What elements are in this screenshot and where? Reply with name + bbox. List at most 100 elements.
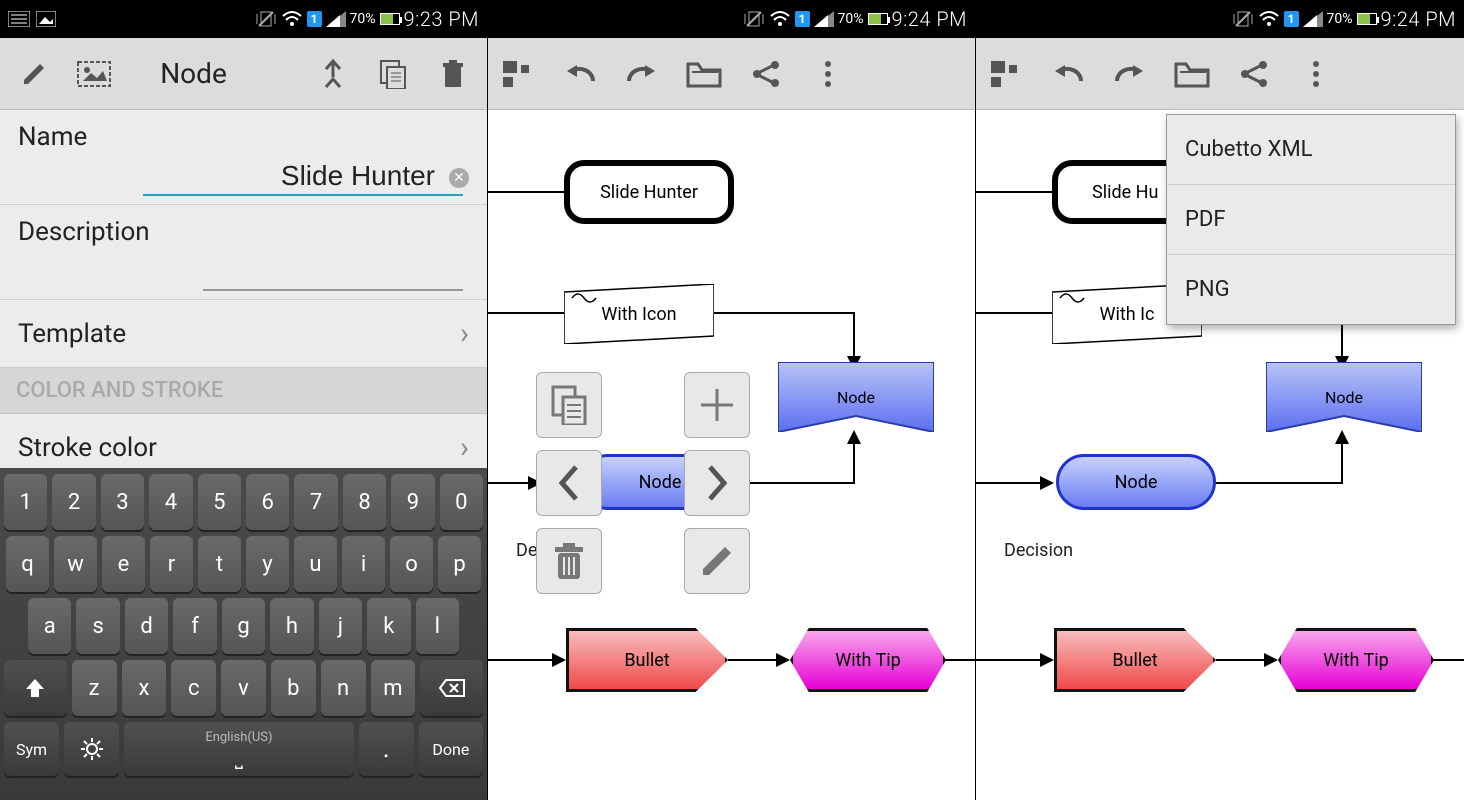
node-with-tip[interactable]: With Tip	[1278, 628, 1434, 692]
redo-icon[interactable]	[1110, 54, 1150, 94]
kb-key-5[interactable]: 5	[198, 474, 241, 530]
name-input[interactable]	[143, 158, 463, 196]
kb-key-e[interactable]: e	[102, 536, 145, 592]
dropdown-export-png[interactable]: PNG	[1167, 255, 1455, 324]
share-icon[interactable]	[1234, 54, 1274, 94]
node-bullet[interactable]: Bullet	[566, 628, 728, 692]
kb-backspace[interactable]	[420, 660, 483, 716]
kb-row-numbers: 1234567890	[4, 474, 483, 530]
row-template[interactable]: Template ›	[0, 300, 487, 368]
grid-icon[interactable]	[498, 54, 538, 94]
folder-icon[interactable]	[1172, 54, 1212, 94]
kb-key-1[interactable]: 1	[4, 474, 47, 530]
node-bullet[interactable]: Bullet	[1054, 628, 1216, 692]
kb-key-j[interactable]: j	[319, 598, 362, 654]
popup-add-button[interactable]	[684, 372, 750, 438]
undo-icon[interactable]	[560, 54, 600, 94]
chevron-right-icon: ›	[460, 316, 469, 351]
merge-icon[interactable]	[313, 54, 353, 94]
kb-row-asdf: asdfghjkl	[4, 598, 483, 654]
kb-sym[interactable]: Sym	[4, 722, 59, 776]
overflow-icon[interactable]	[1296, 54, 1336, 94]
diagram-canvas[interactable]: Slide Hunter With Icon Node Node Decisio…	[488, 110, 975, 800]
kb-key-x[interactable]: x	[122, 660, 167, 716]
node-blue-bottom[interactable]: Node	[1056, 454, 1216, 510]
description-input[interactable]	[203, 253, 463, 291]
kb-space[interactable]: English(US) ⎵	[124, 722, 354, 776]
kb-period[interactable]: .	[359, 722, 414, 776]
copy-icon[interactable]	[373, 54, 413, 94]
keyboard-status-icon	[8, 11, 30, 27]
kb-key-i[interactable]: i	[342, 536, 385, 592]
kb-key-b[interactable]: b	[271, 660, 316, 716]
kb-key-q[interactable]: q	[6, 536, 49, 592]
kb-key-k[interactable]: k	[367, 598, 410, 654]
kb-key-p[interactable]: p	[438, 536, 481, 592]
kb-done[interactable]: Done	[419, 722, 483, 776]
overflow-icon[interactable]	[808, 54, 848, 94]
clear-name-icon[interactable]: ✕	[449, 168, 469, 188]
redo-icon[interactable]	[622, 54, 662, 94]
battery-icon	[380, 13, 400, 25]
kb-key-4[interactable]: 4	[149, 474, 192, 530]
kb-key-y[interactable]: y	[246, 536, 289, 592]
node-label: With Tip	[835, 650, 901, 671]
node-with-icon[interactable]: With Icon	[564, 284, 714, 344]
kb-key-c[interactable]: c	[171, 660, 216, 716]
share-dropdown: Cubetto XML PDF PNG	[1166, 114, 1456, 325]
kb-key-f[interactable]: f	[173, 598, 216, 654]
kb-key-0[interactable]: 0	[440, 474, 483, 530]
node-with-tip[interactable]: With Tip	[790, 628, 946, 692]
kb-key-8[interactable]: 8	[343, 474, 386, 530]
kb-key-g[interactable]: g	[222, 598, 265, 654]
kb-key-6[interactable]: 6	[246, 474, 289, 530]
kb-key-2[interactable]: 2	[52, 474, 95, 530]
node-label: With Tip	[1323, 650, 1389, 671]
kb-key-u[interactable]: u	[294, 536, 337, 592]
toolbar	[488, 38, 975, 110]
popup-prev-button[interactable]	[536, 450, 602, 516]
kb-key-a[interactable]: a	[28, 598, 71, 654]
kb-key-v[interactable]: v	[221, 660, 266, 716]
kb-key-7[interactable]: 7	[294, 474, 337, 530]
kb-key-o[interactable]: o	[390, 536, 433, 592]
popup-delete-button[interactable]	[536, 528, 602, 594]
kb-key-9[interactable]: 9	[391, 474, 434, 530]
kb-key-z[interactable]: z	[72, 660, 117, 716]
kb-key-w[interactable]: w	[54, 536, 97, 592]
battery-icon	[868, 13, 888, 25]
battery-percent: 70%	[1327, 11, 1353, 27]
dropdown-export-xml[interactable]: Cubetto XML	[1167, 115, 1455, 185]
node-slide-hunter[interactable]: Slide Hunter	[564, 160, 734, 224]
node-blue-top[interactable]: Node	[1266, 362, 1422, 432]
stroke-label: Stroke color	[18, 433, 157, 463]
popup-next-button[interactable]	[684, 450, 750, 516]
kb-shift[interactable]	[4, 660, 67, 716]
undo-icon[interactable]	[1048, 54, 1088, 94]
node-label: Node	[778, 362, 934, 432]
kb-key-s[interactable]: s	[76, 598, 119, 654]
grid-icon[interactable]	[986, 54, 1026, 94]
toolbar	[976, 38, 1464, 110]
popup-edit-button[interactable]	[684, 528, 750, 594]
kb-key-m[interactable]: m	[371, 660, 416, 716]
status-bar: 1 70% 9:23 PM	[0, 0, 487, 38]
kb-key-n[interactable]: n	[321, 660, 366, 716]
popup-copy-button[interactable]	[536, 372, 602, 438]
trash-icon[interactable]	[433, 54, 473, 94]
kb-key-l[interactable]: l	[416, 598, 459, 654]
kb-key-r[interactable]: r	[150, 536, 193, 592]
kb-key-d[interactable]: d	[125, 598, 168, 654]
kb-key-t[interactable]: t	[198, 536, 241, 592]
share-icon[interactable]	[746, 54, 786, 94]
pencil-icon[interactable]	[14, 54, 54, 94]
node-blue-top[interactable]: Node	[778, 362, 934, 432]
name-label: Name	[18, 122, 469, 152]
kb-key-h[interactable]: h	[270, 598, 313, 654]
kb-settings[interactable]	[64, 722, 119, 776]
dropdown-export-pdf[interactable]: PDF	[1167, 185, 1455, 255]
wifi-status-icon	[769, 10, 791, 28]
folder-icon[interactable]	[684, 54, 724, 94]
kb-row-zxcv: zxcvbnm	[4, 660, 483, 716]
kb-key-3[interactable]: 3	[101, 474, 144, 530]
